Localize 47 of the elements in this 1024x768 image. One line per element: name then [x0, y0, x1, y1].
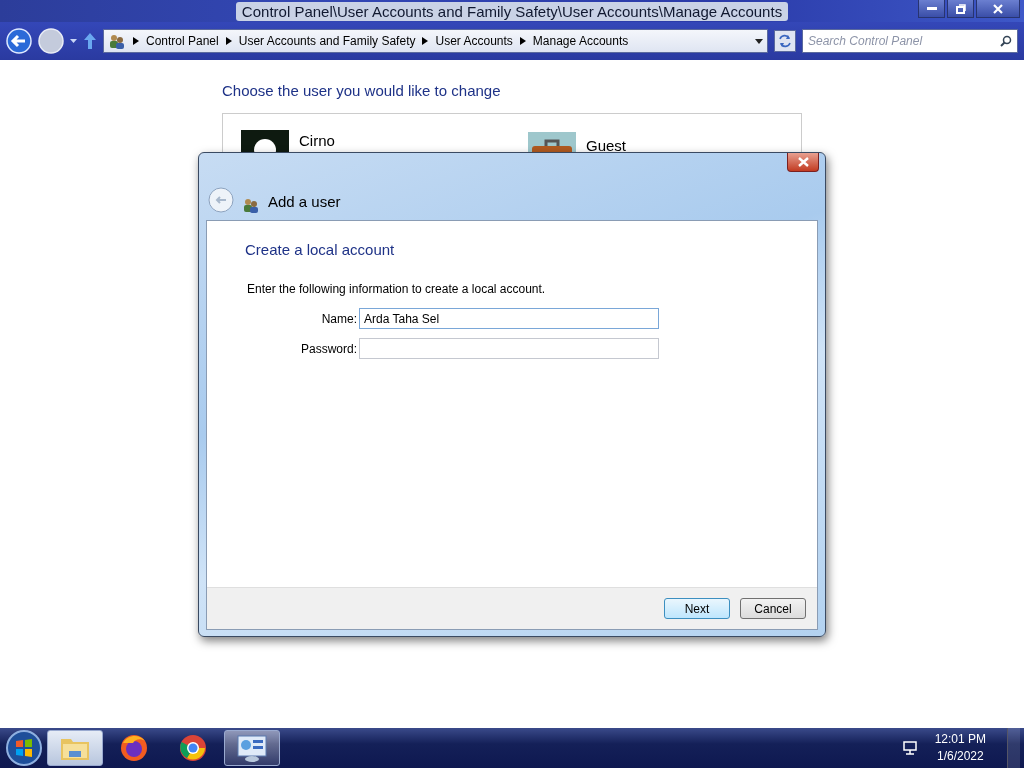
name-field[interactable]: Arda Taha Sel: [359, 308, 659, 329]
dialog-title: Add a user: [268, 193, 341, 210]
taskbar-button[interactable]: [224, 730, 280, 766]
clock[interactable]: 12:01 PM 1/6/2022: [934, 731, 986, 765]
start-button[interactable]: [4, 729, 44, 767]
section-heading: Create a local account: [245, 241, 396, 258]
browser-icon: [178, 733, 208, 763]
breadcrumb-link[interactable]: User Accounts: [435, 34, 513, 48]
chevron-icon: [422, 37, 429, 45]
breadcrumb-link[interactable]: User Accounts and Family Safety: [238, 34, 416, 48]
chevron-icon: [519, 37, 526, 45]
minimize-button[interactable]: [918, 0, 945, 18]
close-button[interactable]: [787, 153, 819, 172]
dropdown-arrow-icon[interactable]: [755, 38, 763, 44]
minimize-icon: [926, 6, 937, 11]
network-icon[interactable]: [901, 740, 918, 756]
close-button[interactable]: [976, 0, 1020, 18]
users-icon: [242, 197, 260, 213]
dropdown-arrow-icon[interactable]: [70, 39, 77, 43]
password-field[interactable]: [359, 338, 659, 359]
browser-icon: [119, 733, 149, 763]
clock-date: 1/6/2022: [936, 748, 984, 765]
chevron-icon: [133, 37, 139, 45]
close-icon: [797, 157, 809, 167]
control-panel-icon: [237, 734, 267, 762]
instructions-text: Enter the following information to create a local account.: [247, 282, 547, 296]
forward-button[interactable]: [38, 28, 64, 54]
chevron-icon: [225, 37, 232, 45]
page-heading: Choose the user you would like to change: [222, 82, 502, 99]
restore-icon: [955, 3, 966, 14]
users-icon: [108, 33, 126, 49]
refresh-button[interactable]: [774, 30, 796, 52]
breadcrumb-link[interactable]: Manage Accounts: [532, 34, 629, 48]
next-button[interactable]: Next: [664, 598, 730, 619]
search-field[interactable]: Search Control Panel: [802, 29, 1018, 53]
field-label: Password:: [299, 341, 357, 356]
search-icon[interactable]: [1000, 35, 1012, 47]
up-arrow-icon[interactable]: [83, 32, 97, 50]
field-label: Name:: [320, 311, 357, 326]
restore-button[interactable]: [947, 0, 974, 18]
close-icon: [993, 3, 1003, 14]
account-name[interactable]: Guest: [586, 137, 627, 154]
account-name[interactable]: Cirno: [299, 132, 335, 149]
cancel-button[interactable]: Cancel: [740, 598, 806, 619]
window-title: Control Panel\User Accounts and Family Safety\User Accounts\Manage Accounts: [235, 1, 789, 21]
breadcrumb-link[interactable]: Control Panel: [146, 34, 219, 48]
clock-time: 12:01 PM: [934, 731, 986, 748]
